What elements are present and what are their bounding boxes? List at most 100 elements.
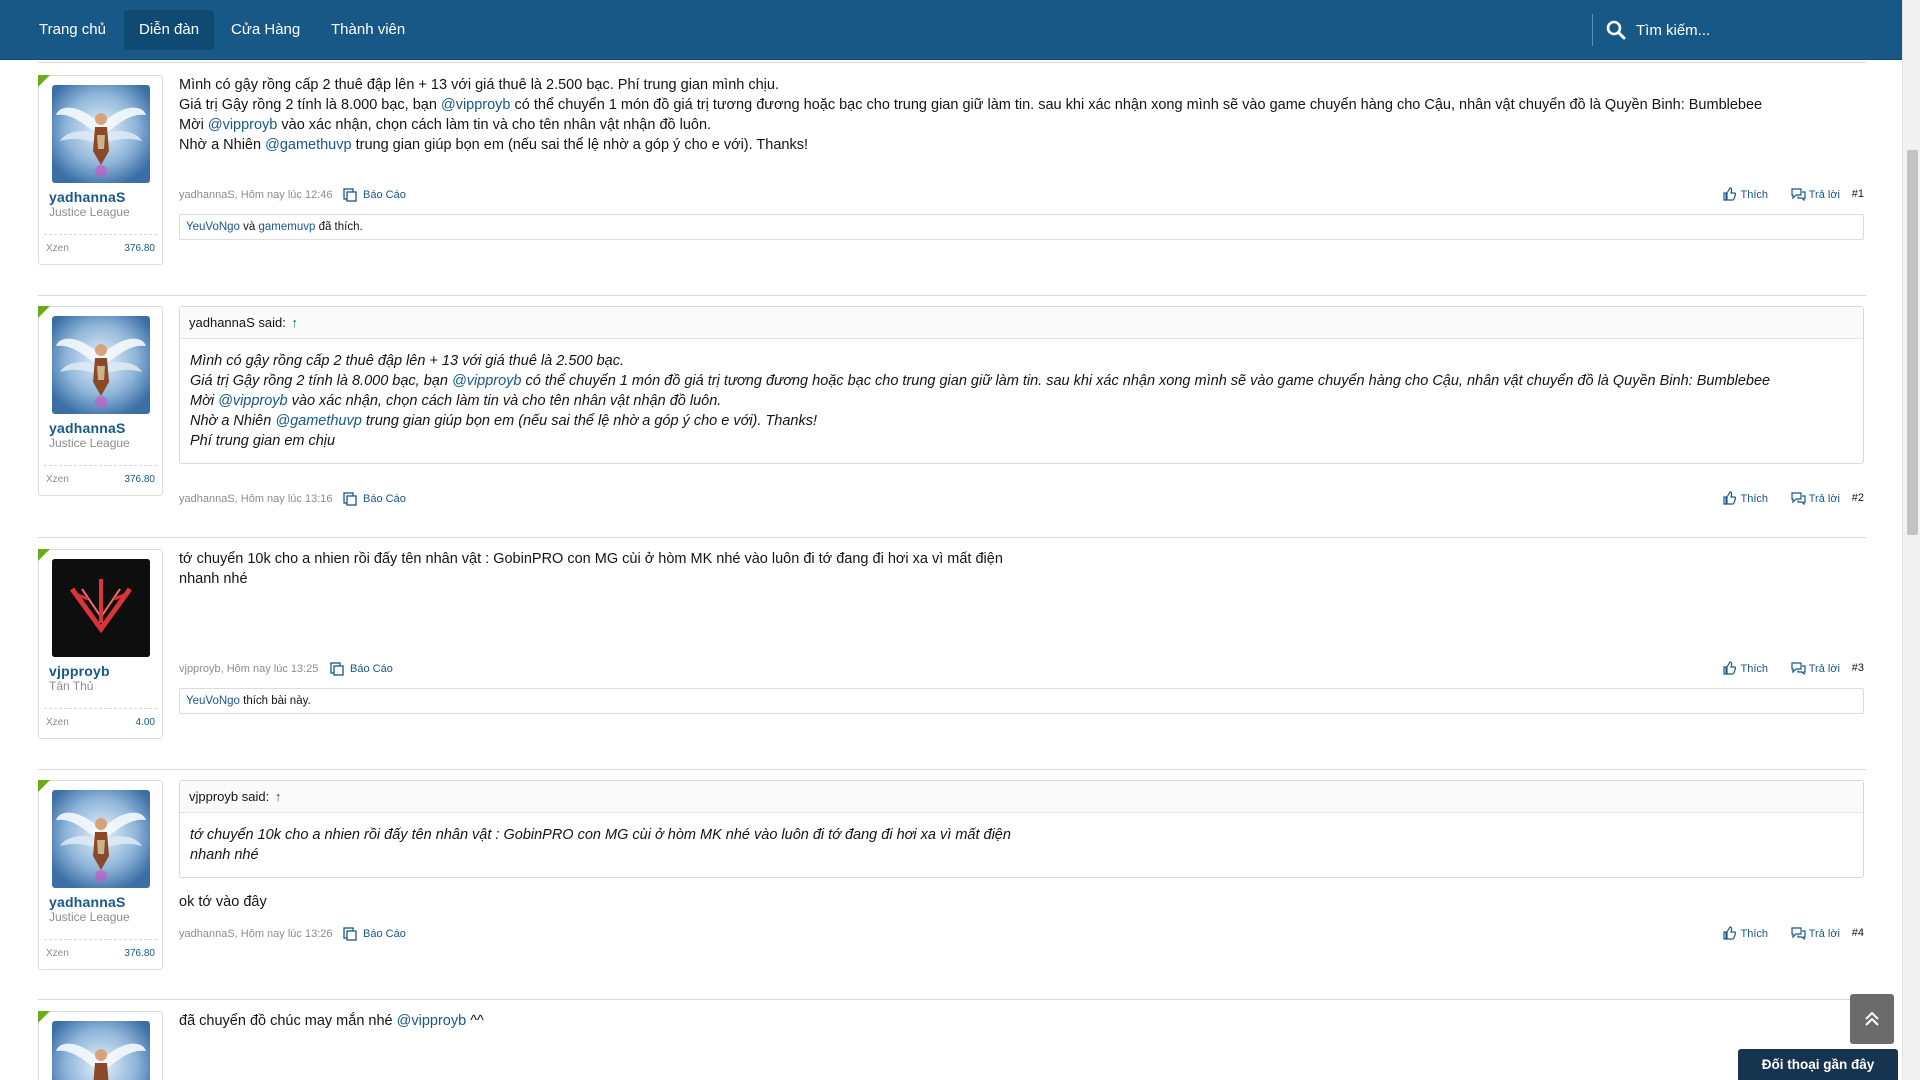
jump-to-quote-icon[interactable]: ↑ bbox=[291, 315, 298, 330]
online-indicator bbox=[38, 306, 50, 318]
quote-block: yadhannaS said: ↑ Mình có gậy rồng cấp 2… bbox=[179, 306, 1864, 464]
post-number[interactable]: #3 bbox=[1852, 662, 1864, 674]
report-button[interactable]: Báo Cáo bbox=[343, 490, 406, 508]
post-divider bbox=[38, 769, 1866, 770]
nav-tab-home[interactable]: Trang chủ bbox=[24, 10, 121, 50]
message-body: tớ chuyển 10k cho a nhien rồi đấy tên nh… bbox=[179, 549, 1864, 589]
avatar[interactable] bbox=[52, 85, 150, 183]
search-icon[interactable] bbox=[1606, 20, 1626, 40]
post-author-date[interactable]: yadhannaS, Hôm nay lúc 13:16 bbox=[179, 493, 333, 505]
angel-avatar-image bbox=[52, 1021, 150, 1080]
like-button[interactable]: Thích bbox=[1722, 490, 1768, 508]
quote-block: vjpproyb said: ↑ tớ chuyển 10k cho a nhi… bbox=[179, 780, 1864, 878]
quote-line: Mình có gậy rồng cấp 2 thuê đập lên + 13… bbox=[190, 353, 624, 369]
nav-tab-store[interactable]: Cửa Hàng bbox=[216, 10, 315, 50]
report-button[interactable]: Báo Cáo bbox=[343, 186, 406, 204]
username[interactable]: yadhannaS bbox=[49, 420, 126, 436]
quote-author: vjpproyb said: bbox=[189, 789, 270, 804]
user-stats: Xzen 376.80 bbox=[44, 939, 157, 967]
thumbs-up-icon bbox=[1723, 491, 1737, 505]
post-number[interactable]: #4 bbox=[1852, 927, 1864, 939]
mention-link[interactable]: @gamethuvp bbox=[275, 413, 361, 429]
post-number[interactable]: #2 bbox=[1852, 492, 1864, 504]
avatar[interactable] bbox=[52, 316, 150, 414]
user-card: yadhannaS Justice League Xzen 376.80 bbox=[38, 780, 163, 970]
message-body: Mình có gậy rồng cấp 2 thuê đập lên + 13… bbox=[179, 75, 1864, 155]
thumbs-up-icon bbox=[1723, 926, 1737, 940]
like-button[interactable]: Thích bbox=[1722, 186, 1768, 204]
angel-avatar-image bbox=[52, 85, 150, 183]
post-author-date[interactable]: vjpproyb, Hôm nay lúc 13:25 bbox=[179, 663, 318, 675]
scrollbar-thumb[interactable] bbox=[1907, 150, 1918, 535]
user-title: Justice League bbox=[49, 205, 130, 219]
message-line: Mời @vipproyb vào xác nhận, chọn cách là… bbox=[179, 117, 712, 133]
mention-link[interactable]: @vipproyb bbox=[452, 373, 522, 389]
angel-avatar-image bbox=[52, 316, 150, 414]
quote-line: Giá trị Gậy rồng 2 tính là 8.000 bạc, bạ… bbox=[190, 373, 1771, 389]
like-button[interactable]: Thích bbox=[1722, 925, 1768, 943]
stat-value: 376.80 bbox=[124, 948, 155, 959]
reply-button[interactable]: Trả lời bbox=[1791, 490, 1840, 508]
user-title: Tân Thủ bbox=[49, 679, 94, 693]
stat-label: Xzen bbox=[46, 948, 69, 959]
message-meta: yadhannaS, Hôm nay lúc 12:46 Báo Cáo Thí… bbox=[179, 185, 1864, 205]
mention-link[interactable]: @vipproyb bbox=[218, 393, 288, 409]
online-indicator bbox=[38, 75, 50, 87]
message-line: đã chuyển đồ chúc may mắn nhé @vipproyb … bbox=[179, 1013, 484, 1029]
username[interactable]: yadhannaS bbox=[49, 894, 126, 910]
reply-button[interactable]: Trả lời bbox=[1791, 660, 1840, 678]
user-stats: Xzen 4.00 bbox=[44, 708, 157, 736]
online-indicator bbox=[38, 1011, 50, 1023]
quote-line: Nhờ a Nhiên @gamethuvp trung gian giúp b… bbox=[190, 413, 818, 429]
post-divider bbox=[38, 537, 1866, 538]
post-number[interactable]: #1 bbox=[1852, 188, 1864, 200]
reply-button[interactable]: Trả lời bbox=[1791, 186, 1840, 204]
message-line: Mình có gậy rồng cấp 2 thuê đập lên + 13… bbox=[179, 77, 779, 93]
nav-tab-members[interactable]: Thành viên bbox=[316, 10, 420, 50]
mention-link[interactable]: @vipproyb bbox=[208, 117, 278, 133]
user-card: yadhannaS Justice League Xzen 376.80 bbox=[38, 306, 163, 496]
quote-header: yadhannaS said: ↑ bbox=[180, 307, 1863, 339]
quote-line: Mời @vipproyb vào xác nhận, chọn cách là… bbox=[190, 393, 722, 409]
user-card bbox=[38, 1011, 163, 1080]
mention-link[interactable]: @vipproyb bbox=[397, 1013, 467, 1029]
thumbs-up-icon bbox=[1723, 187, 1737, 201]
post-author-date[interactable]: yadhannaS, Hôm nay lúc 13:26 bbox=[179, 928, 333, 940]
recent-conversations-button[interactable]: Đối thoại gần đây bbox=[1738, 1049, 1898, 1080]
user-card: yadhannaS Justice League Xzen 376.80 bbox=[38, 75, 163, 265]
user-stats: Xzen 376.80 bbox=[44, 234, 157, 262]
liker-link[interactable]: YeuVoNgo bbox=[186, 221, 240, 233]
report-button[interactable]: Báo Cáo bbox=[330, 660, 393, 678]
avatar[interactable] bbox=[52, 1021, 150, 1080]
double-chevron-up-icon bbox=[1865, 1011, 1879, 1026]
search-input[interactable] bbox=[1636, 14, 1876, 46]
message-line: tớ chuyển 10k cho a nhien rồi đấy tên nh… bbox=[179, 551, 1003, 567]
username[interactable]: vjpproyb bbox=[49, 663, 110, 679]
liker-link[interactable]: gamemuvp bbox=[258, 221, 315, 233]
liker-link[interactable]: YeuVoNgo bbox=[186, 695, 240, 707]
page-scrollbar[interactable] bbox=[1902, 0, 1920, 1080]
post-item-4: yadhannaS Justice League Xzen 376.80 vjp… bbox=[38, 780, 1866, 970]
search-box[interactable] bbox=[1600, 14, 1890, 46]
message-line: Giá trị Gậy rồng 2 tính là 8.000 bạc, bạ… bbox=[179, 97, 1763, 113]
username[interactable]: yadhannaS bbox=[49, 189, 126, 205]
jump-to-quote-icon[interactable]: ↑ bbox=[275, 789, 282, 804]
back-to-top-button[interactable] bbox=[1850, 994, 1894, 1044]
speech-bubble-icon bbox=[1791, 492, 1806, 505]
mention-link[interactable]: @gamethuvp bbox=[265, 137, 351, 153]
mention-link[interactable]: @vipproyb bbox=[441, 97, 511, 113]
stat-value: 4.00 bbox=[135, 717, 155, 728]
quote-body: Mình có gậy rồng cấp 2 thuê đập lên + 13… bbox=[180, 339, 1863, 463]
like-button[interactable]: Thích bbox=[1722, 660, 1768, 678]
post-author-date[interactable]: yadhannaS, Hôm nay lúc 12:46 bbox=[179, 189, 333, 201]
quote-author: yadhannaS said: bbox=[189, 315, 286, 330]
report-button[interactable]: Báo Cáo bbox=[343, 925, 406, 943]
avatar[interactable] bbox=[52, 790, 150, 888]
nav-tab-forum[interactable]: Diễn đàn bbox=[124, 10, 215, 50]
message-body: đã chuyển đồ chúc may mắn nhé @vipproyb … bbox=[179, 1011, 1864, 1031]
post-item-3: vjpproyb Tân Thủ Xzen 4.00 tớ chuyển 10k… bbox=[38, 549, 1866, 739]
reply-button[interactable]: Trả lời bbox=[1791, 925, 1840, 943]
message-body: ok tớ vào đây bbox=[179, 892, 1864, 912]
avatar[interactable] bbox=[52, 559, 150, 657]
report-icon bbox=[343, 927, 357, 941]
